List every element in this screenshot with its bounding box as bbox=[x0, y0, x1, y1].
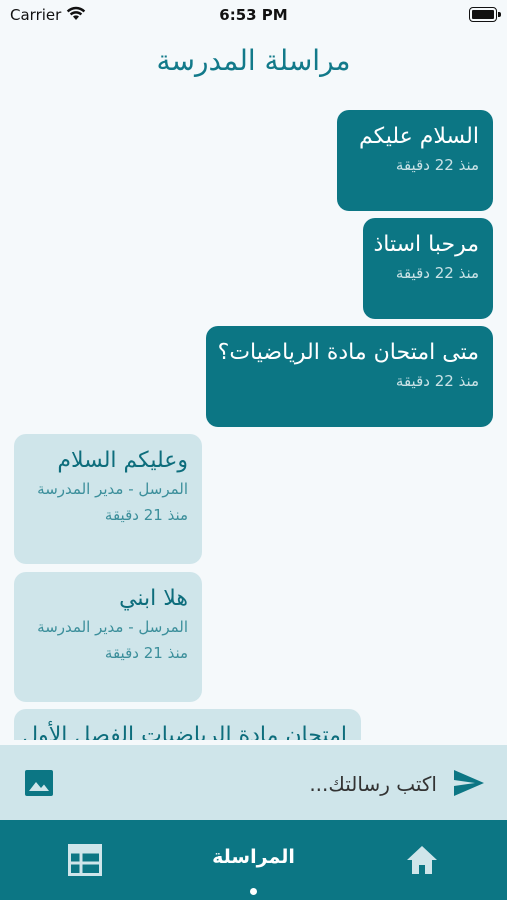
send-icon[interactable] bbox=[453, 769, 485, 797]
message-text: مرحبا استاذ bbox=[373, 232, 479, 257]
status-bar: Carrier 6:53 PM bbox=[0, 0, 507, 32]
page-title: مراسلة المدرسة bbox=[156, 44, 351, 77]
tab-bar: المراسلة bbox=[0, 820, 507, 900]
battery-icon bbox=[469, 7, 501, 22]
message-list[interactable]: السلام عليكم منذ 22 دقيقة مرحبا استاذ من… bbox=[0, 100, 507, 740]
message-bubble: امتحان مادة الرياضيات الفصل الأول bbox=[14, 709, 361, 740]
message-time: منذ 21 دقيقة bbox=[104, 644, 188, 662]
message-sender: المرسل - مدير المدرسة bbox=[37, 618, 188, 636]
message-text: متى امتحان مادة الرياضيات؟ bbox=[217, 340, 479, 365]
home-icon[interactable] bbox=[405, 844, 439, 876]
active-tab-indicator bbox=[250, 888, 257, 895]
message-text: هلا ابني bbox=[119, 586, 188, 611]
clock: 6:53 PM bbox=[219, 6, 288, 24]
message-input[interactable] bbox=[75, 765, 439, 803]
message-bubble: هلا ابني المرسل - مدير المدرسة منذ 21 دق… bbox=[14, 572, 202, 702]
message-composer bbox=[0, 745, 507, 820]
message-time: منذ 22 دقيقة bbox=[395, 264, 479, 282]
message-text: وعليكم السلام bbox=[57, 448, 188, 473]
message-text: السلام عليكم bbox=[358, 124, 479, 149]
message-text: امتحان مادة الرياضيات الفصل الأول bbox=[22, 723, 347, 740]
message-time: منذ 22 دقيقة bbox=[395, 156, 479, 174]
message-sender: المرسل - مدير المدرسة bbox=[37, 480, 188, 498]
message-bubble: وعليكم السلام المرسل - مدير المدرسة منذ … bbox=[14, 434, 202, 564]
message-time: منذ 22 دقيقة bbox=[395, 372, 479, 390]
message-bubble: السلام عليكم منذ 22 دقيقة bbox=[337, 110, 493, 211]
image-icon[interactable] bbox=[25, 770, 53, 796]
message-bubble: متى امتحان مادة الرياضيات؟ منذ 22 دقيقة bbox=[206, 326, 493, 427]
message-time: منذ 21 دقيقة bbox=[104, 506, 188, 524]
message-bubble: مرحبا استاذ منذ 22 دقيقة bbox=[363, 218, 493, 319]
